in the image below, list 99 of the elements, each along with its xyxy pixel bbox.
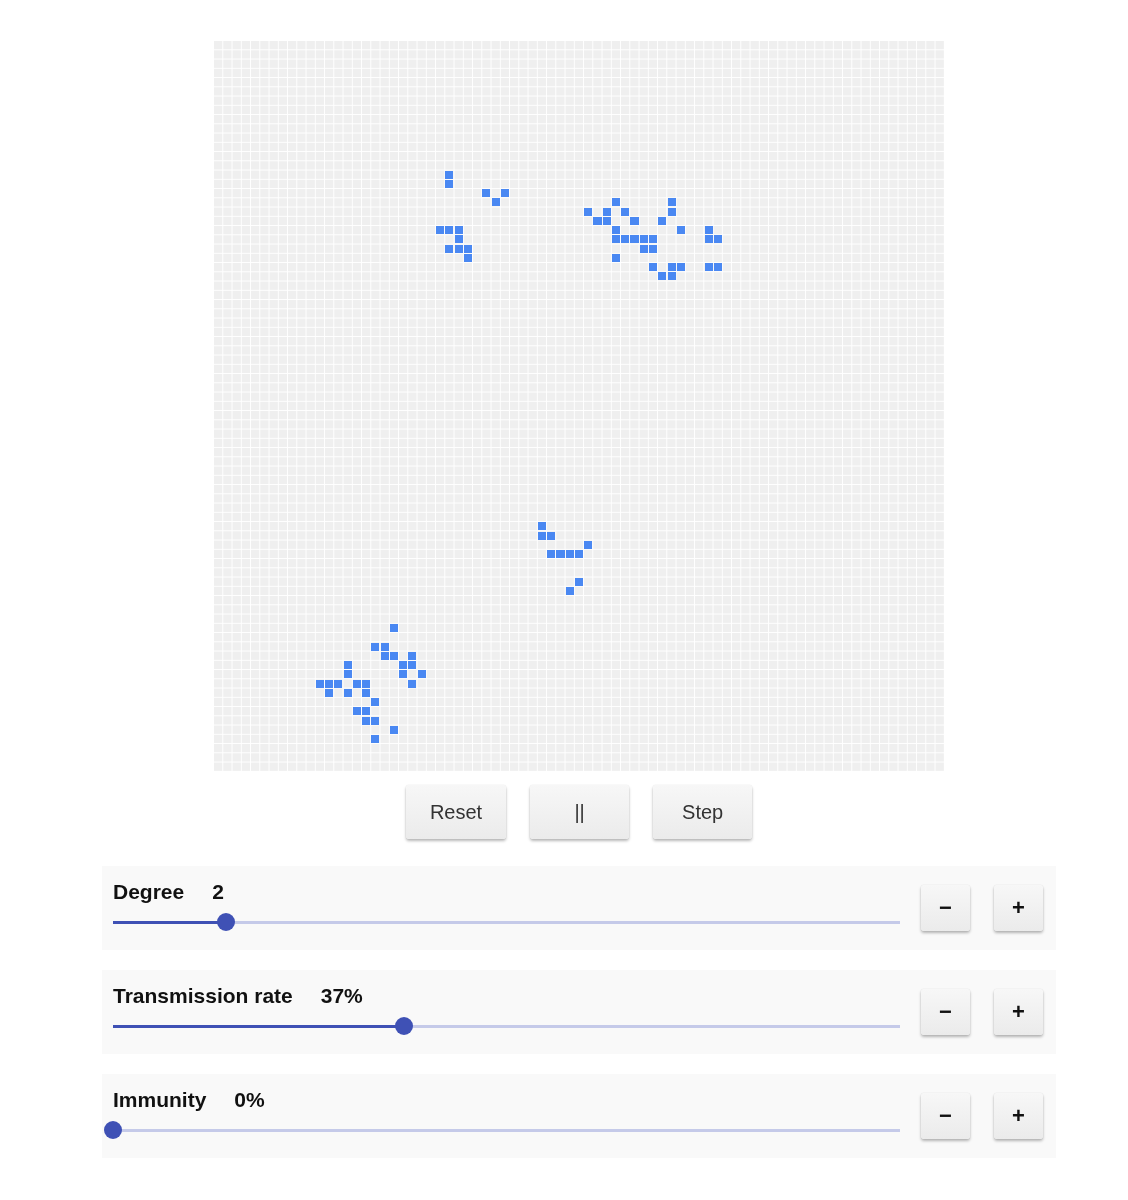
infected-cell: [454, 235, 463, 244]
infected-cell: [362, 707, 371, 716]
infected-cell: [713, 235, 722, 244]
infected-cell: [371, 642, 380, 651]
infected-cell: [713, 263, 722, 272]
infected-cell: [436, 226, 445, 235]
parameter-label: Immunity: [113, 1088, 207, 1112]
infected-cell: [371, 698, 380, 707]
infected-cell: [445, 244, 454, 253]
infected-cell: [649, 244, 658, 253]
infected-cell: [343, 670, 352, 679]
infected-cell: [352, 707, 361, 716]
infected-cell: [325, 679, 334, 688]
infected-cell: [621, 207, 630, 216]
infected-cell: [667, 198, 676, 207]
infected-cell: [565, 587, 574, 596]
infected-cell: [649, 235, 658, 244]
infected-cell: [454, 244, 463, 253]
infected-cell: [704, 226, 713, 235]
infected-cell: [602, 216, 611, 225]
decrease-button[interactable]: −: [921, 989, 970, 1035]
infected-cell: [667, 263, 676, 272]
infected-cell: [584, 540, 593, 549]
infected-cell: [389, 651, 398, 660]
slider-thumb[interactable]: [104, 1121, 122, 1139]
infected-cell: [408, 679, 417, 688]
infected-cell: [593, 216, 602, 225]
infected-cell: [704, 263, 713, 272]
infected-cell: [565, 550, 574, 559]
infected-cell: [408, 661, 417, 670]
step-button[interactable]: Step: [653, 785, 753, 839]
infected-cell: [704, 235, 713, 244]
infected-cell: [399, 661, 408, 670]
increase-button[interactable]: +: [994, 885, 1043, 931]
infected-cell: [445, 179, 454, 188]
infected-cell: [658, 216, 667, 225]
infected-cell: [612, 226, 621, 235]
infected-cell: [408, 651, 417, 660]
pause-button[interactable]: ||: [530, 785, 630, 839]
infected-cell: [325, 688, 334, 697]
infected-cell: [537, 531, 546, 540]
infected-cell: [389, 624, 398, 633]
infected-cell: [676, 263, 685, 272]
increase-button[interactable]: +: [994, 989, 1043, 1035]
infected-cell: [584, 207, 593, 216]
infected-cell: [463, 253, 472, 262]
infected-cell: [491, 198, 500, 207]
decrease-button[interactable]: −: [921, 885, 970, 931]
infected-cell: [352, 679, 361, 688]
parameter-value: 37%: [320, 984, 363, 1008]
parameter-label: Transmission rate: [113, 984, 293, 1008]
infected-cell: [574, 577, 584, 586]
infected-cell: [556, 550, 565, 559]
reset-button[interactable]: Reset: [405, 785, 507, 839]
infected-cell: [574, 550, 584, 559]
infected-cell: [343, 688, 352, 697]
infected-cell: [371, 716, 380, 725]
infected-cell: [658, 272, 667, 281]
infected-cell: [630, 216, 639, 225]
infected-cell: [445, 226, 454, 235]
infected-cell: [630, 235, 639, 244]
decrease-button[interactable]: −: [921, 1093, 970, 1139]
infected-cell: [649, 263, 658, 272]
infected-cell: [380, 642, 389, 651]
infected-cell: [612, 198, 621, 207]
infected-cell: [362, 688, 371, 697]
infected-cell: [389, 725, 398, 734]
infected-cell: [667, 272, 676, 281]
infected-cell: [399, 670, 408, 679]
parameter-value: 0%: [234, 1088, 265, 1112]
infected-cell: [362, 716, 371, 725]
infected-cell: [463, 244, 472, 253]
infected-cell: [315, 679, 324, 688]
infected-cell: [602, 207, 611, 216]
infected-cell: [380, 651, 389, 660]
infected-cell: [343, 661, 352, 670]
infected-cell: [482, 189, 491, 198]
infected-cell: [500, 189, 509, 198]
slider-thumb[interactable]: [216, 913, 235, 931]
infected-cell: [362, 679, 371, 688]
infected-cell: [639, 244, 648, 253]
infected-cell: [676, 226, 685, 235]
infected-cell: [371, 735, 380, 744]
infected-cell: [537, 522, 546, 531]
parameter-label: Degree: [113, 880, 185, 904]
infected-cell: [612, 253, 621, 262]
infected-cell: [667, 207, 676, 216]
infected-cell: [334, 679, 343, 688]
infected-cell: [417, 670, 426, 679]
infected-cell: [621, 235, 630, 244]
infected-cell: [639, 235, 648, 244]
infected-cell: [547, 550, 556, 559]
infected-cell: [445, 170, 454, 179]
infected-cell: [454, 226, 463, 235]
infected-cell: [547, 531, 556, 540]
parameter-value: 2: [212, 880, 224, 904]
slider-thumb[interactable]: [395, 1017, 414, 1035]
infected-cell: [612, 235, 621, 244]
increase-button[interactable]: +: [994, 1093, 1043, 1139]
